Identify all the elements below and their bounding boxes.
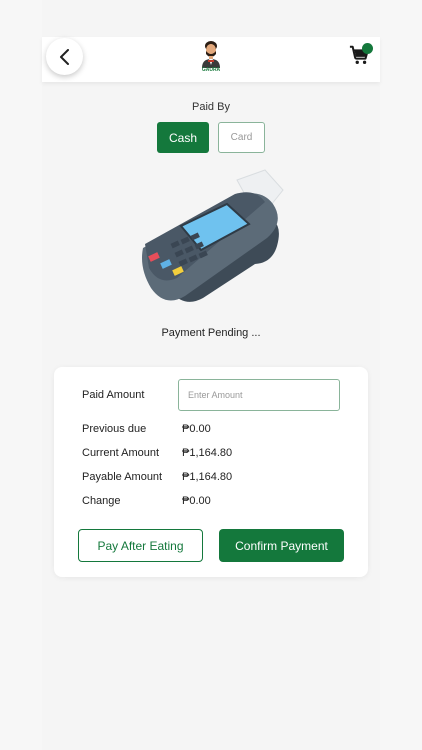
- paid-by-label: Paid By: [192, 101, 230, 113]
- payable-amount-value: ₱1,164.80: [182, 471, 233, 483]
- change-value: ₱0.00: [182, 495, 211, 507]
- cart-badge: [362, 43, 373, 54]
- card-toggle-button[interactable]: Card: [218, 122, 265, 153]
- chevron-left-icon: [59, 48, 69, 65]
- pay-after-eating-button[interactable]: Pay After Eating: [78, 529, 203, 562]
- payment-status-text: Payment Pending ...: [161, 327, 261, 339]
- change-label: Change: [82, 495, 121, 507]
- back-button[interactable]: [46, 38, 83, 75]
- logo-text: GAURA: [201, 67, 221, 73]
- current-amount-value: ₱1,164.80: [182, 447, 233, 459]
- previous-due-label: Previous due: [82, 423, 147, 435]
- confirm-payment-button[interactable]: Confirm Payment: [219, 529, 344, 562]
- cash-toggle-button[interactable]: Cash: [157, 122, 209, 153]
- payment-terminal-illustration: [142, 169, 284, 302]
- current-amount-label: Current Amount: [82, 447, 160, 459]
- paid-amount-input[interactable]: [178, 379, 340, 411]
- payable-amount-label: Payable Amount: [82, 471, 163, 483]
- paid-amount-label: Paid Amount: [82, 389, 145, 401]
- previous-due-value: ₱0.00: [182, 423, 211, 435]
